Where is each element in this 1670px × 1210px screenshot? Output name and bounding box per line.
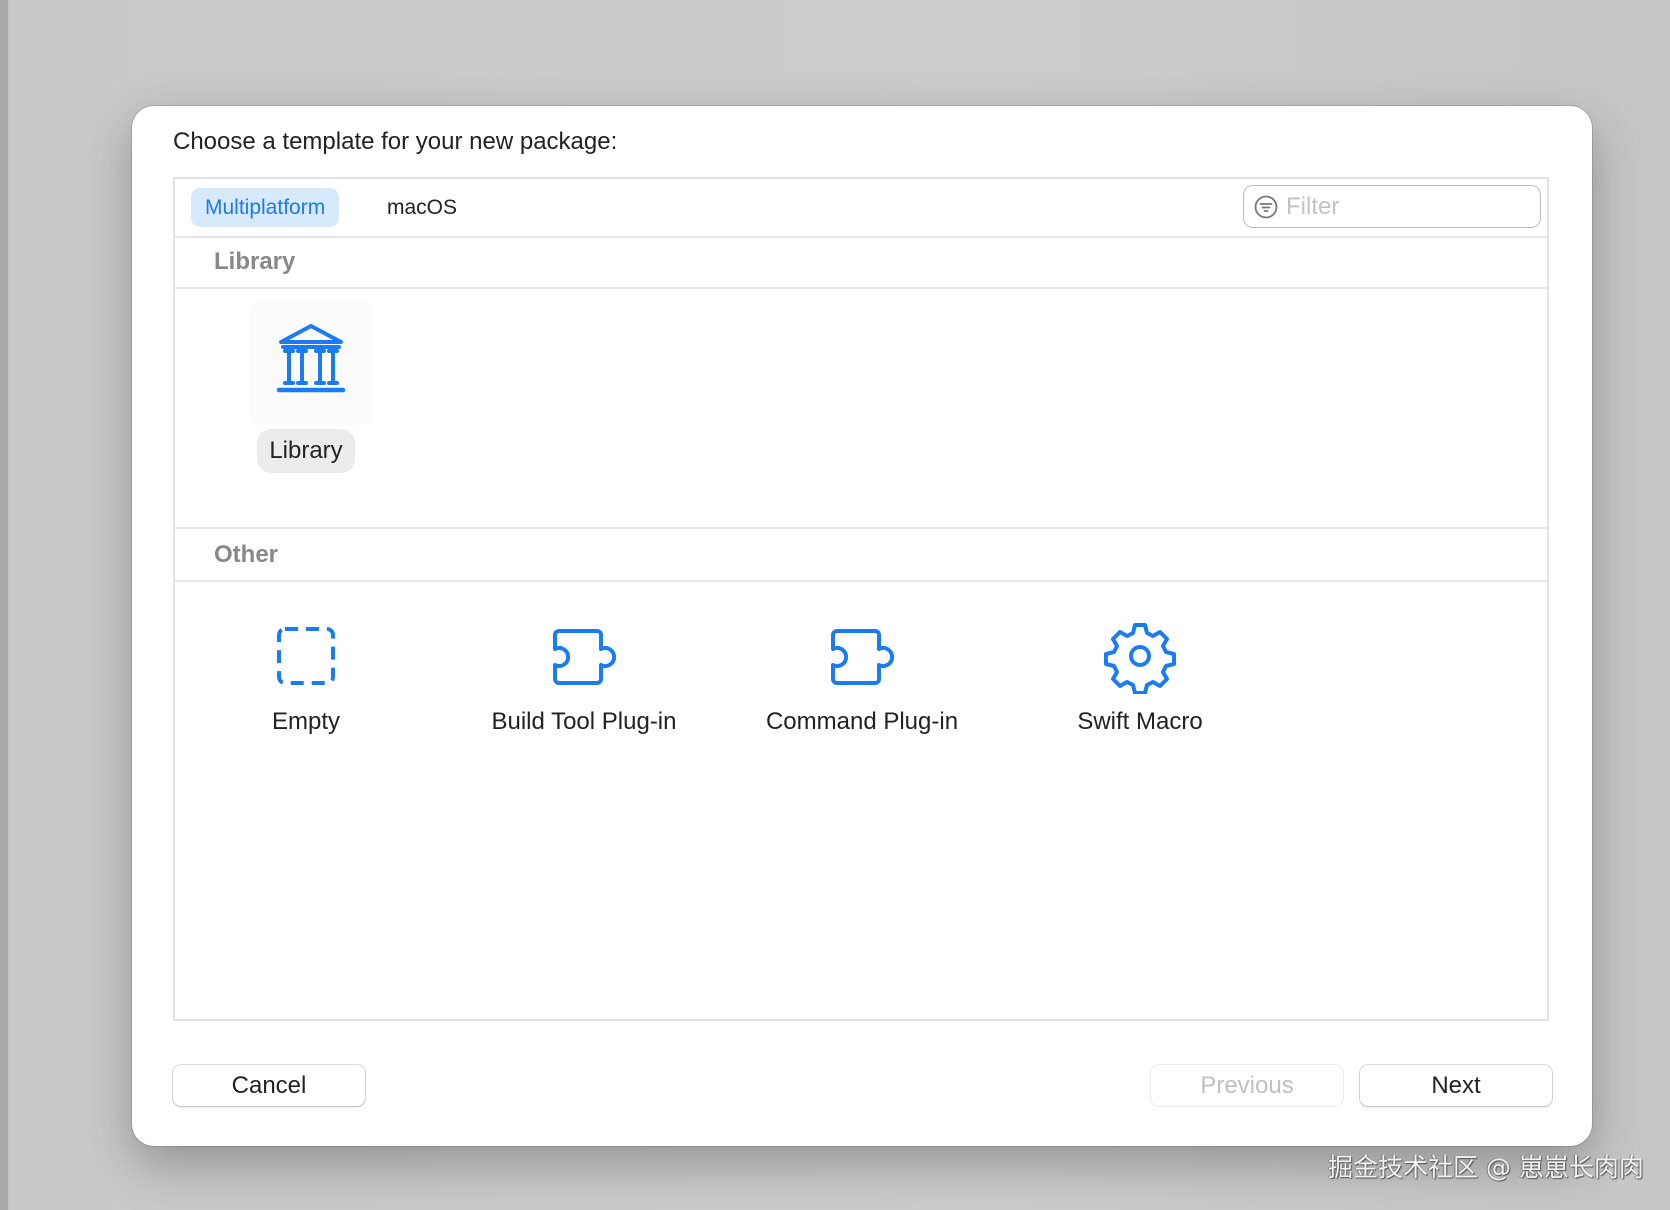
building-columns-icon: [276, 324, 346, 393]
template-item-swift-macro[interactable]: Swift Macro: [1015, 615, 1265, 765]
gear-icon: [1104, 623, 1176, 694]
puzzle-piece-icon: [831, 629, 895, 685]
tab-macos[interactable]: macOS: [373, 188, 471, 227]
template-label: Swift Macro: [1077, 708, 1203, 735]
tab-multiplatform[interactable]: Multiplatform: [191, 188, 340, 227]
puzzle-piece-icon: [553, 629, 617, 685]
section-title: Other: [214, 541, 279, 568]
section-header-library: Library: [175, 236, 1547, 289]
template-item-command-plugin[interactable]: Command Plug-in: [737, 615, 987, 765]
template-label: Command Plug-in: [765, 708, 959, 735]
template-icon-tile: [249, 301, 373, 425]
next-button[interactable]: Next: [1360, 1065, 1552, 1106]
filter-circle-icon: [1254, 195, 1278, 219]
template-label: Build Tool Plug-in: [491, 708, 677, 735]
template-label: Empty: [271, 708, 340, 735]
dialog-title: Choose a template for your new package:: [173, 128, 618, 155]
section-header-other: Other: [175, 527, 1547, 582]
filter-field[interactable]: [1243, 185, 1541, 228]
template-item-build-tool-plugin[interactable]: Build Tool Plug-in: [459, 615, 709, 765]
section-title: Library: [214, 248, 296, 275]
filter-input[interactable]: [1284, 190, 1528, 224]
template-item-empty[interactable]: Empty: [181, 615, 431, 765]
watermark: 掘金技术社区 @ 崽崽长肉肉: [1328, 1153, 1644, 1182]
template-browser: Multiplatform macOS Library: [173, 177, 1549, 1021]
template-label: Library: [257, 429, 355, 473]
platform-tab-bar: Multiplatform macOS: [175, 179, 1547, 238]
new-package-template-dialog: Choose a template for your new package: …: [132, 106, 1592, 1146]
background-window-edge: [0, 0, 8, 1210]
previous-button[interactable]: Previous: [1151, 1065, 1343, 1106]
dashed-square-icon: [277, 627, 335, 685]
cancel-button[interactable]: Cancel: [173, 1065, 365, 1106]
template-item-library[interactable]: Library: [181, 301, 431, 481]
